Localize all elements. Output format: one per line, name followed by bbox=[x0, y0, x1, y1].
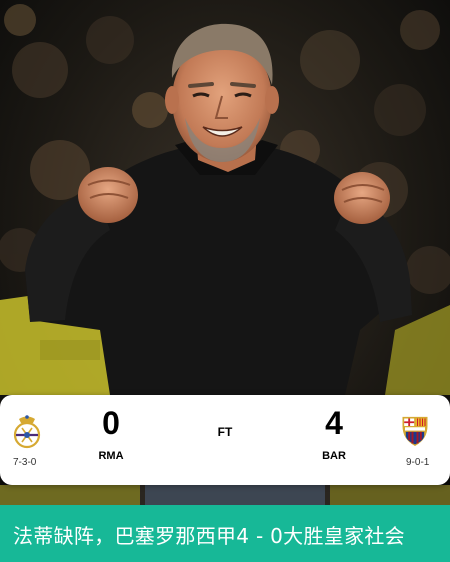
headline-text[interactable]: 法蒂缺阵，巴塞罗那西甲4 - 0大胜皇家社会 bbox=[13, 520, 405, 549]
match-status: FT bbox=[217, 425, 233, 439]
article-card[interactable]: 7-3-0 0 RMA FT 4 BAR 9-0-1 法蒂缺阵，巴塞罗那西甲4 … bbox=[0, 0, 450, 562]
away-team-score: 4 bbox=[325, 405, 343, 441]
match-score-card[interactable]: 7-3-0 0 RMA FT 4 BAR 9-0-1 bbox=[0, 395, 450, 485]
headline-banner[interactable]: 法蒂缺阵，巴塞罗那西甲4 - 0大胜皇家社会 bbox=[0, 505, 450, 562]
barcelona-crest-icon bbox=[402, 416, 428, 446]
away-team-abbr[interactable]: BAR bbox=[314, 450, 354, 462]
home-team-record: 7-3-0 bbox=[13, 457, 37, 468]
home-team-score: 0 bbox=[102, 405, 120, 441]
home-team-abbr[interactable]: RMA bbox=[91, 450, 131, 462]
real-madrid-crest-icon bbox=[13, 415, 41, 449]
away-team-record: 9-0-1 bbox=[406, 457, 430, 468]
